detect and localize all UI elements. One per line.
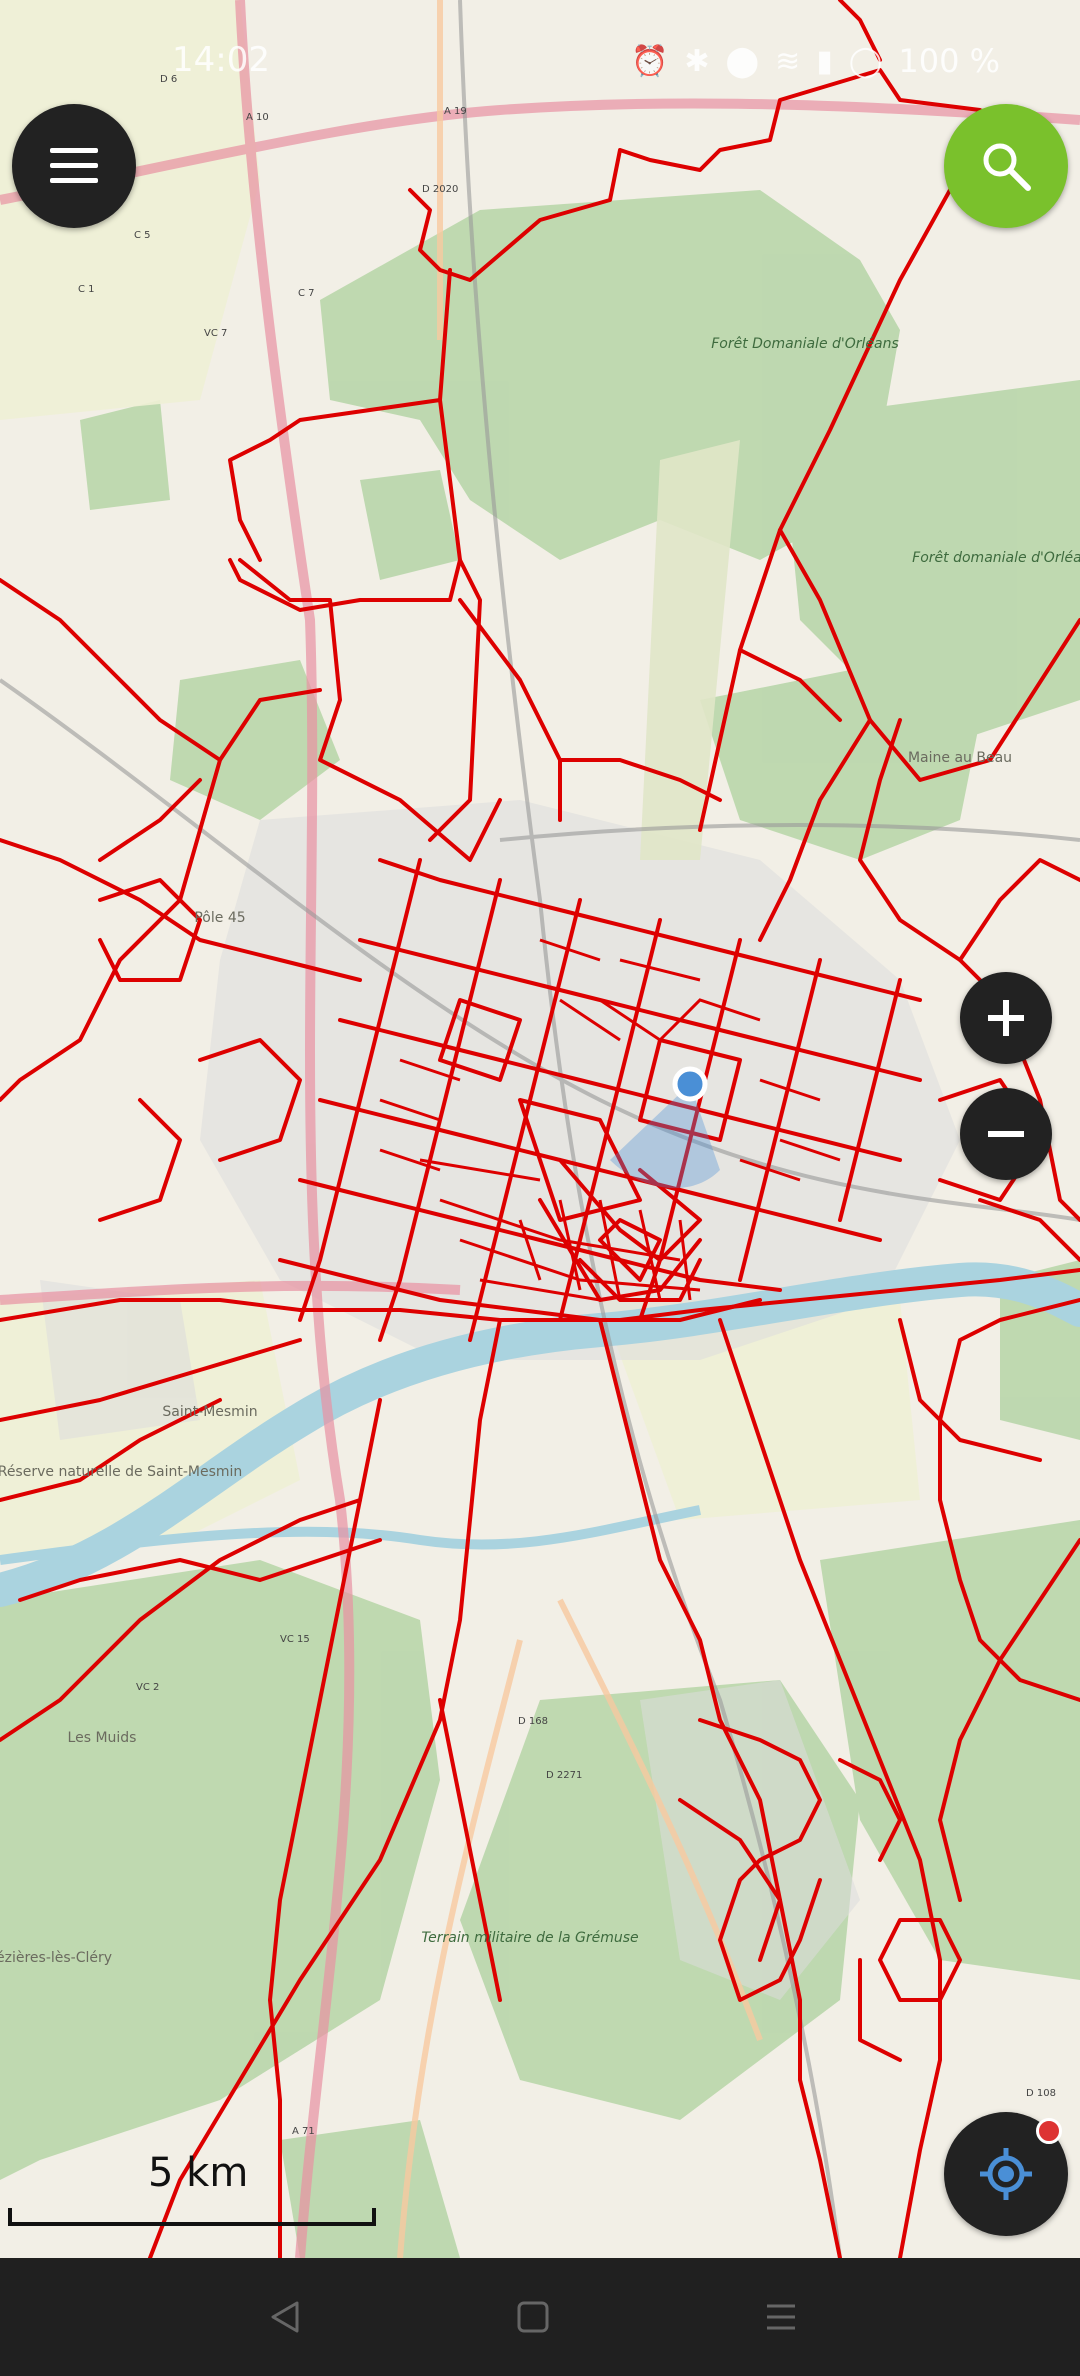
menu-button[interactable]	[12, 104, 136, 228]
scale-bar: 5 km	[8, 2150, 380, 2230]
label-foret-domaniale-1: Forêt Domaniale d'Orléans	[711, 336, 899, 352]
road-ref-d2271: D 2271	[546, 1770, 582, 1781]
label-reserve-naturelle: Réserve naturelle de Saint-Mesmin	[0, 1464, 242, 1480]
road-ref-a19: A 19	[444, 106, 467, 117]
road-ref-c5: C 5	[134, 230, 151, 241]
label-maine: Maine au Beau	[908, 750, 1012, 766]
recording-badge	[1036, 2118, 1062, 2144]
road-ref-d2020: D 2020	[422, 184, 458, 195]
road-ref-a10-1: A 10	[246, 112, 269, 123]
label-mezieres: Mézières-lès-Cléry	[0, 1950, 112, 1966]
label-saint-mesmin: Saint-Mesmin	[162, 1404, 257, 1420]
plus-icon	[988, 1000, 1024, 1036]
road-ref-vc2: VC 2	[136, 1682, 159, 1693]
minus-icon	[988, 1131, 1024, 1137]
search-button[interactable]	[944, 104, 1068, 228]
road-ref-c1: C 1	[78, 284, 95, 295]
back-triangle-icon	[271, 2301, 299, 2333]
road-ref-d108: D 108	[1026, 2088, 1056, 2099]
road-ref-vc15: VC 15	[280, 1634, 310, 1645]
zoom-in-button[interactable]	[960, 972, 1052, 1064]
road-ref-c7: C 7	[298, 288, 315, 299]
hamburger-menu-icon	[50, 148, 98, 183]
label-foret-domaniale-2: Forêt domaniale d'Orléans	[912, 550, 1080, 566]
nav-recents-button[interactable]	[756, 2292, 806, 2342]
road-ref-vc7: VC 7	[204, 328, 227, 339]
road-ref-d168: D 168	[518, 1716, 548, 1727]
locate-me-button[interactable]	[944, 2112, 1068, 2236]
scale-line	[8, 2208, 376, 2226]
scale-label: 5 km	[148, 2150, 249, 2196]
nav-home-button[interactable]	[508, 2292, 558, 2342]
road-ref-d6: D 6	[160, 74, 177, 85]
label-terrain-militaire: Terrain militaire de la Grémuse	[421, 1930, 638, 1946]
crosshair-location-icon	[980, 2148, 1032, 2200]
map-app: Forêt Domaniale d'Orléans Forêt domanial…	[0, 0, 1080, 2376]
search-icon	[983, 143, 1031, 191]
home-square-icon	[517, 2301, 549, 2333]
system-navigation-bar	[0, 2258, 1080, 2376]
map-canvas[interactable]: Forêt Domaniale d'Orléans Forêt domanial…	[0, 0, 1080, 2258]
nav-back-button[interactable]	[260, 2292, 310, 2342]
recents-lines-icon	[767, 2304, 795, 2330]
label-les-muids: Les Muids	[68, 1730, 137, 1746]
label-pole-45: Pôle 45	[194, 910, 245, 926]
road-ref-a71: A 71	[292, 2126, 315, 2137]
zoom-out-button[interactable]	[960, 1088, 1052, 1180]
